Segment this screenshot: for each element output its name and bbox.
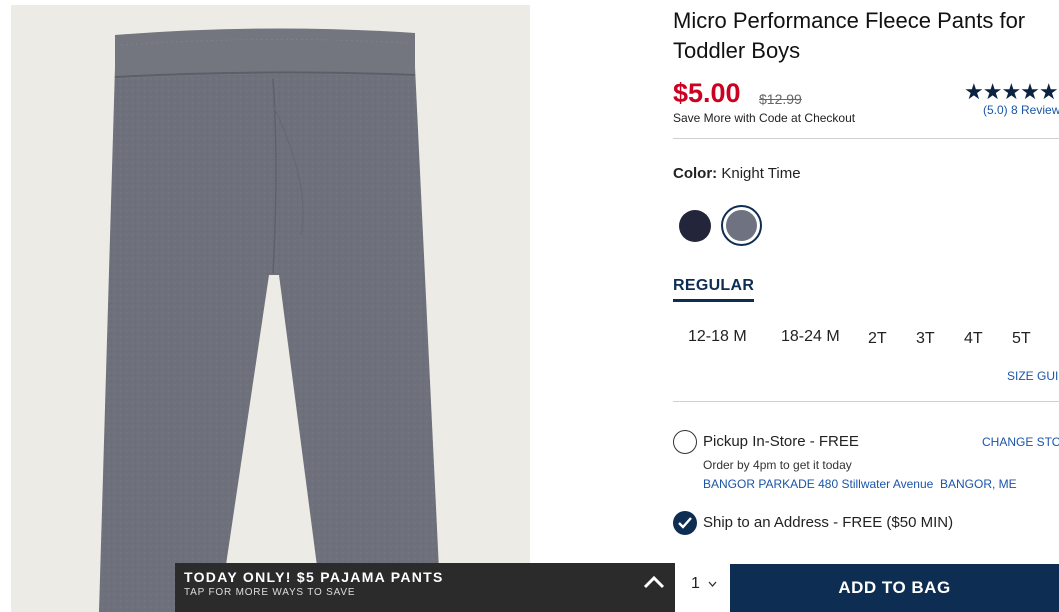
pickup-radio[interactable] [673,430,697,454]
pants-illustration [99,28,441,612]
swatch-navy[interactable] [679,210,711,242]
add-to-bag-button[interactable]: ADD TO BAG [730,564,1059,612]
size-option[interactable]: 2T [868,330,887,348]
size-option[interactable]: 3T [916,330,935,348]
reviews-link[interactable]: (5.0) 8 Reviews [983,103,1059,117]
chevron-up-icon[interactable] [643,575,665,589]
sale-price: $5.00 [673,78,741,108]
store-address[interactable]: BANGOR PARKADE 480 Stillwater Avenue BAN… [703,477,1017,491]
promo-banner[interactable]: TODAY ONLY! $5 PAJAMA PANTS TAP FOR MORE… [175,563,675,612]
swatch-knight-time-fill [726,210,757,241]
swatch-knight-time[interactable] [721,205,762,246]
divider [673,401,1059,402]
size-option[interactable]: 18-24 M [781,328,840,346]
color-value: Knight Time [721,165,801,182]
promo-title: TODAY ONLY! $5 PAJAMA PANTS [184,569,444,585]
original-price: $12.99 [759,91,802,107]
product-image[interactable] [11,5,530,612]
quantity-select[interactable]: 1 [691,575,700,593]
pickup-note: Order by 4pm to get it today [703,458,852,472]
color-label: Color: [673,165,718,182]
change-store-link[interactable]: CHANGE STORE [982,435,1059,449]
rating-stars-icon: ★★★★★ [964,79,1059,104]
product-title: Micro Performance Fleece Pants for Toddl… [673,8,1026,63]
size-option[interactable]: 12-18 M [688,328,747,346]
store-city: BANGOR, ME [940,477,1017,491]
promo-note: Save More with Code at Checkout [673,111,856,125]
store-name: BANGOR PARKADE 480 Stillwater Avenue [703,477,934,491]
size-guide-link[interactable]: SIZE GUIDE [1007,369,1059,383]
color-label-row: Color: Knight Time [673,165,801,182]
size-option[interactable]: 4T [964,330,983,348]
chevron-down-icon[interactable] [708,581,717,587]
check-icon [678,517,692,529]
divider [673,138,1059,139]
promo-subtitle: TAP FOR MORE WAYS TO SAVE [184,587,356,598]
tab-regular[interactable]: REGULAR [673,277,755,302]
size-option[interactable]: 5T [1012,330,1031,348]
pickup-label[interactable]: Pickup In-Store - FREE [703,433,859,450]
ship-label[interactable]: Ship to an Address - FREE ($50 MIN) [703,514,953,531]
ship-radio-checked[interactable] [673,511,697,535]
